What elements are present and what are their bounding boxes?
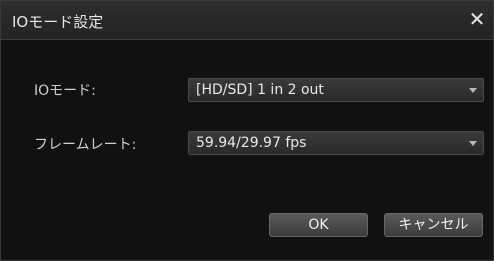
io-mode-settings-dialog: IOモード設定 ✕ IOモード: [HD/SD] 1 in 2 out フレーム… xyxy=(0,0,494,261)
ok-button[interactable]: OK xyxy=(269,213,368,237)
chevron-down-icon xyxy=(469,88,477,93)
io-mode-select[interactable]: [HD/SD] 1 in 2 out xyxy=(188,78,484,102)
io-mode-label: IOモード: xyxy=(34,83,96,99)
chevron-down-icon xyxy=(469,141,477,146)
frame-rate-value: 59.94/29.97 fps xyxy=(196,135,307,151)
close-icon[interactable]: ✕ xyxy=(465,6,489,32)
dialog-title: IOモード設定 xyxy=(12,13,104,31)
frame-rate-label: フレームレート: xyxy=(34,137,137,153)
cancel-button[interactable]: キャンセル xyxy=(384,213,483,237)
title-bar: IOモード設定 ✕ xyxy=(1,1,493,40)
io-mode-value: [HD/SD] 1 in 2 out xyxy=(196,82,324,98)
frame-rate-select[interactable]: 59.94/29.97 fps xyxy=(188,131,484,155)
